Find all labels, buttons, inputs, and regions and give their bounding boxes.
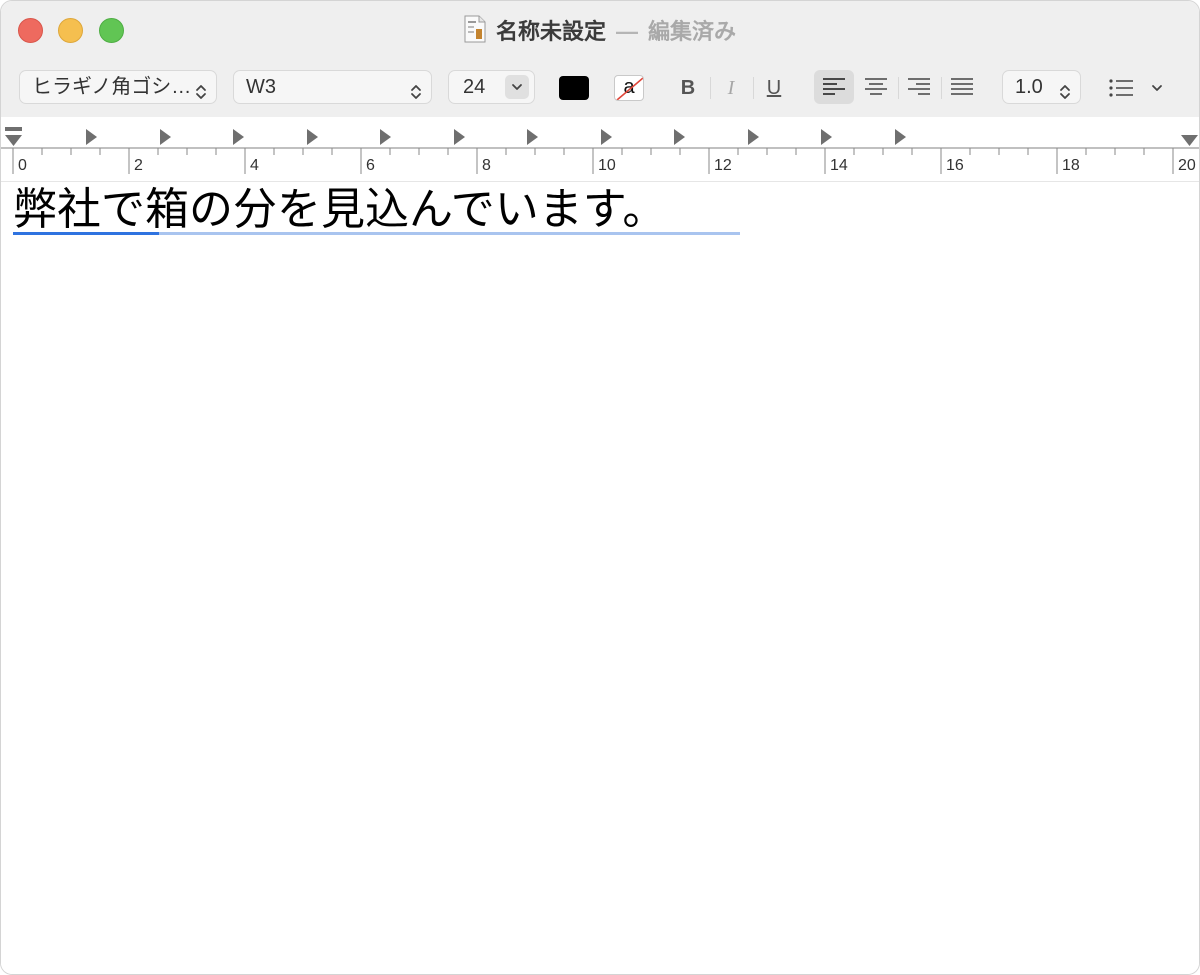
updown-chevron-icon [195,79,207,111]
font-weight-value: W3 [246,76,276,98]
tab-stop-marker [86,129,97,145]
left-margin-marker [5,135,22,146]
marked-text-selected-underline [13,232,159,235]
ruler-label: 2 [134,157,143,174]
text-editor-area[interactable]: 弊社で箱の分を見込んでいます。 [1,182,1199,974]
tab-stop-marker [307,129,318,145]
ruler-label: 0 [18,157,27,174]
updown-chevron-icon [410,79,422,111]
background-color-well[interactable]: a [614,75,644,101]
tab-stop-marker [233,129,244,145]
text-editor-window: 名称未設定 — 編集済み ヒラギノ角ゴシ… W3 24 a B I U 1.0 … [0,0,1200,975]
italic-button[interactable]: I [716,73,746,103]
align-left-icon [823,78,845,95]
tab-stop-marker [601,129,612,145]
edited-status: 編集済み [648,19,737,44]
chevron-down-icon[interactable] [505,75,529,99]
tab-stop-marker [527,129,538,145]
ruler-label: 16 [946,157,964,174]
tab-stop-marker [895,129,906,145]
divider [753,77,754,99]
align-center-icon [865,78,887,95]
justify-button[interactable] [942,70,982,104]
window-chrome: 名称未設定 — 編集済み ヒラギノ角ゴシ… W3 24 a B I U 1.0 [1,1,1199,118]
ruler-label: 12 [714,157,732,174]
ruler-label: 18 [1062,157,1080,174]
tab-stop-marker [748,129,759,145]
ruler-label: 6 [366,157,375,174]
document-icon[interactable] [464,15,486,51]
align-right-button[interactable] [899,70,939,104]
font-size-combobox[interactable]: 24 [448,70,535,104]
window-title-area: 名称未設定 — 編集済み [1,15,1199,51]
justify-icon [951,78,973,95]
right-margin-marker [1181,135,1198,146]
font-family-popup[interactable]: ヒラギノ角ゴシ… [19,70,217,104]
updown-chevron-icon [1059,79,1071,111]
text-color-well[interactable] [559,76,589,100]
divider [710,77,711,99]
document-text[interactable]: 弊社で箱の分を見込んでいます。 [13,182,666,238]
title-separator: — [616,19,638,44]
underline-button[interactable]: U [759,73,789,103]
bulleted-list-icon [1109,79,1162,97]
format-toolbar: ヒラギノ角ゴシ… W3 24 a B I U 1.0 [1,59,1199,118]
ruler-label: 10 [598,157,616,174]
document-title: 名称未設定 [495,19,606,44]
bold-button[interactable]: B [673,73,703,103]
ruler-label: 14 [830,157,848,174]
align-center-button[interactable] [856,70,896,104]
align-left-button[interactable] [814,70,854,104]
ruler-label: 20 [1178,157,1196,174]
ruler[interactable]: 0 2 4 6 8 10 12 14 16 18 20 [1,117,1199,182]
tab-stop-marker [160,129,171,145]
list-style-button[interactable] [1107,73,1169,103]
line-spacing-popup[interactable]: 1.0 [1002,70,1081,104]
align-right-icon [908,78,930,95]
tab-stop-marker [380,129,391,145]
font-size-value: 24 [463,76,486,98]
tab-stop-marker [674,129,685,145]
font-family-value: ヒラギノ角ゴシ… [32,76,192,98]
ruler-label: 4 [250,157,259,174]
tab-stop-marker [821,129,832,145]
line-spacing-value: 1.0 [1015,76,1043,98]
no-color-slash-icon [616,77,643,100]
marked-text-underline [159,232,740,235]
first-line-indent-marker [5,127,22,131]
ruler-label: 8 [482,157,491,174]
tab-stop-marker [454,129,465,145]
font-weight-popup[interactable]: W3 [233,70,432,104]
titlebar: 名称未設定 — 編集済み [1,1,1199,59]
